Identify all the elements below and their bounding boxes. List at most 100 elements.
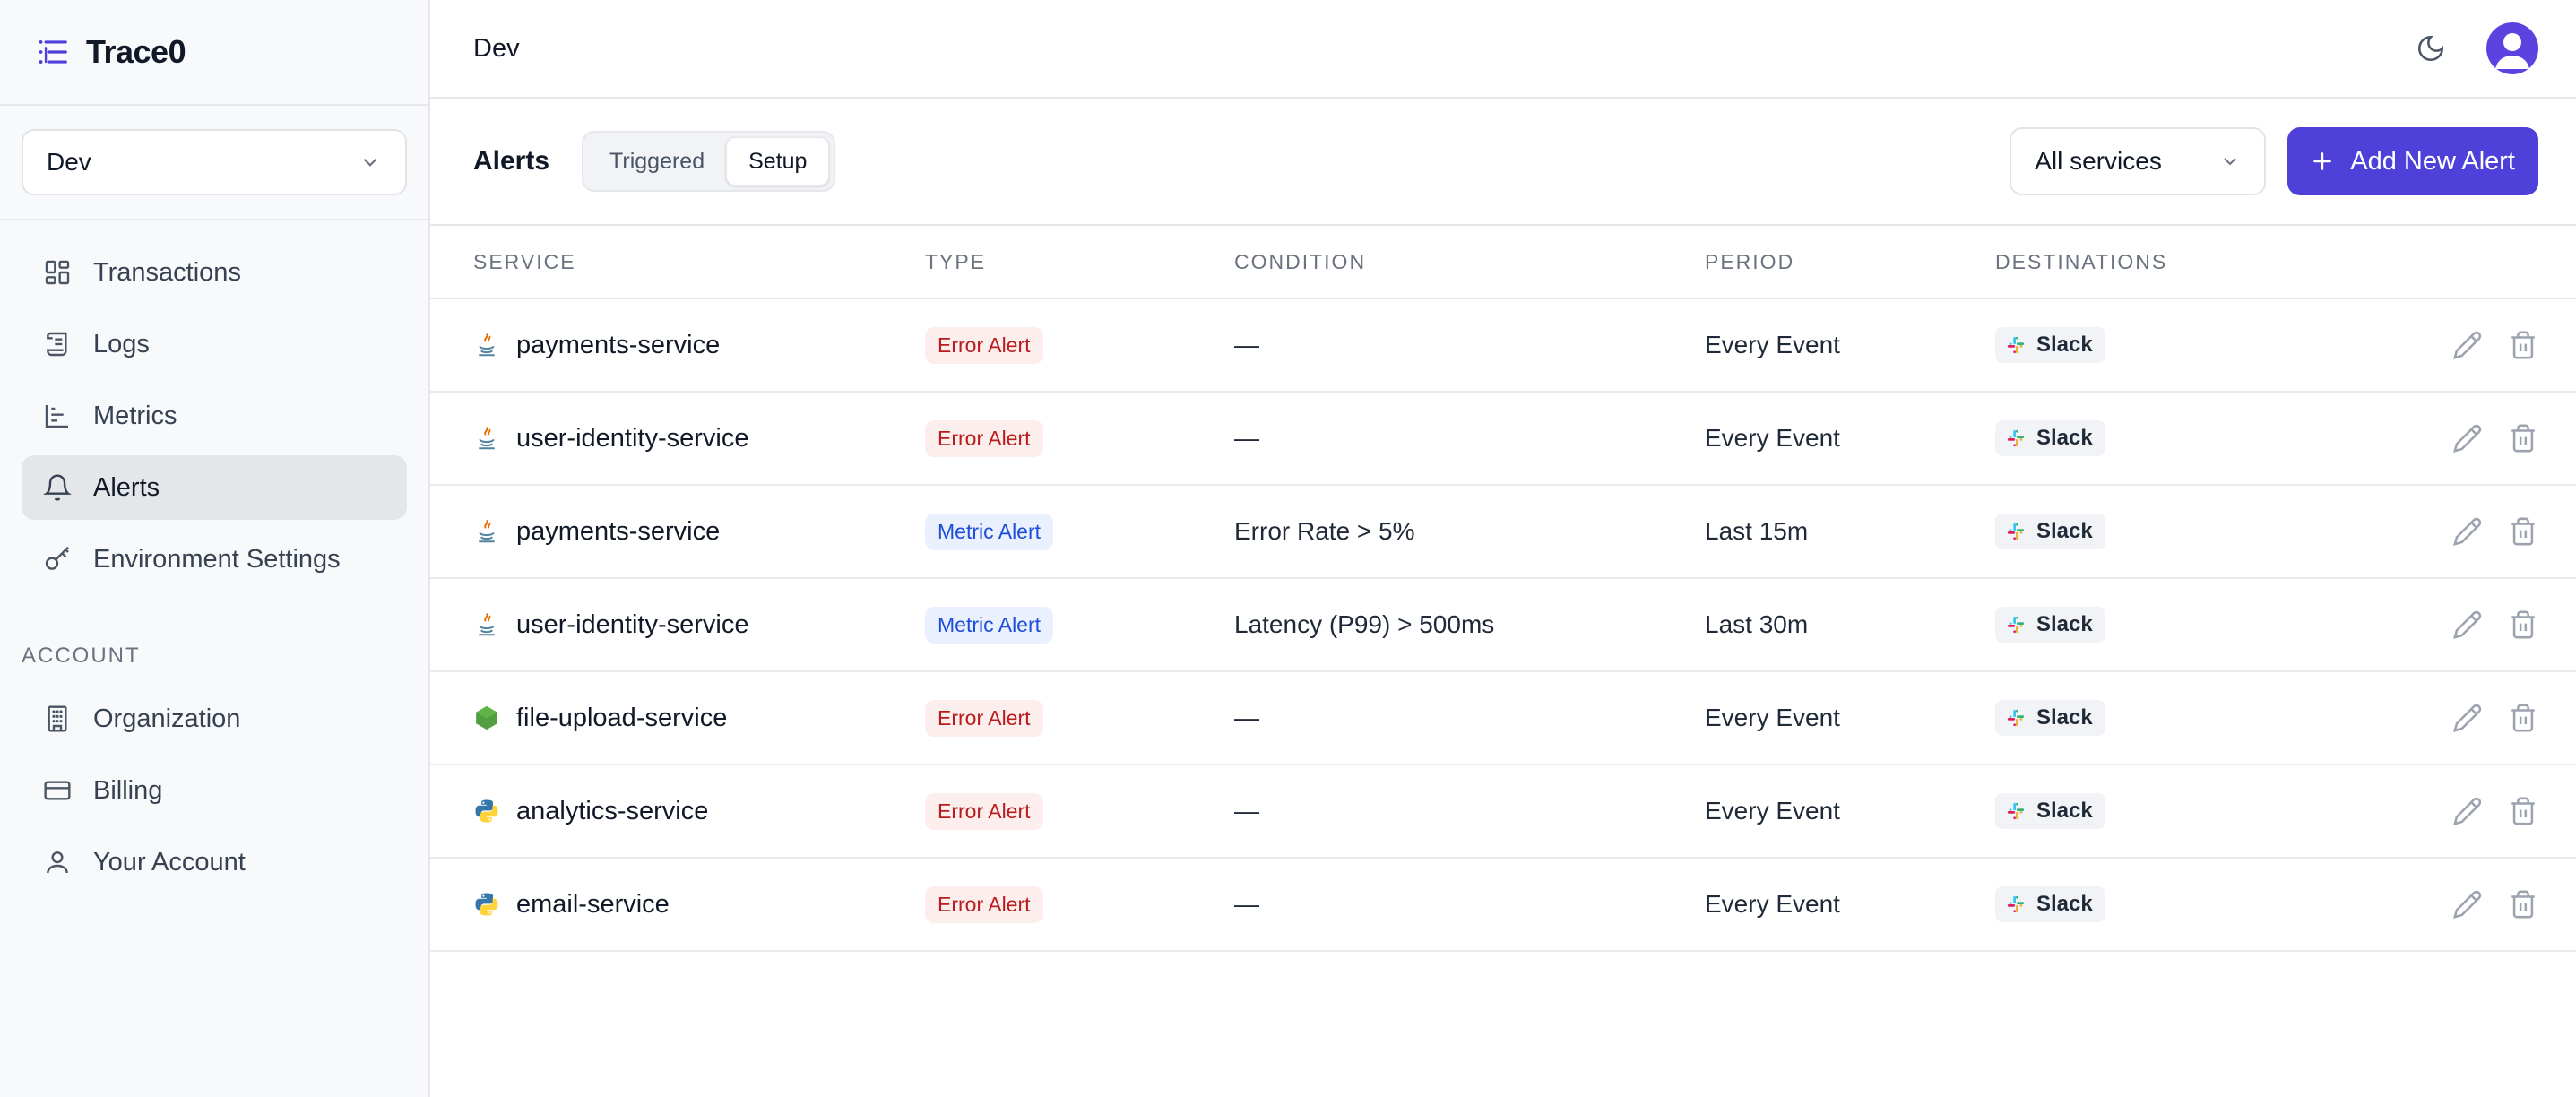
chevron-down-icon [363,158,377,167]
sidebar-item-alerts[interactable]: Alerts [22,455,407,520]
delete-trash-icon[interactable] [2508,796,2538,826]
destination-label: Slack [2036,426,2093,450]
delete-trash-icon[interactable] [2508,423,2538,453]
alert-type-badge: Error Alert [925,419,1043,457]
alert-type-badge: Error Alert [925,326,1043,364]
sidebar-item-environment-settings[interactable]: Environment Settings [22,527,407,592]
service-name: user-identity-service [516,609,749,639]
list-logo-icon [39,40,67,64]
slack-icon [2007,429,2025,447]
moon-icon [2417,35,2444,62]
column-header-service: SERVICE [473,249,576,273]
service-filter-select[interactable]: All services [2010,127,2267,195]
alert-type-badge: Metric Alert [925,606,1054,644]
account-nav: Organization Billing Your Account [0,687,428,894]
table-row[interactable]: user-identity-service Error Alert — Ever… [430,393,2576,486]
delete-trash-icon[interactable] [2508,516,2538,547]
add-new-alert-button[interactable]: Add New Alert [2287,127,2538,195]
tab-triggered[interactable]: Triggered [588,137,726,186]
table-row[interactable]: analytics-service Error Alert — Every Ev… [430,765,2576,859]
tab-setup[interactable]: Setup [726,137,830,186]
service-name: file-upload-service [516,703,728,732]
environment-select[interactable]: Dev [22,129,407,195]
python-icon [475,893,498,916]
alert-type-badge: Error Alert [925,792,1043,830]
scroll-icon [47,332,67,357]
alert-condition: Latency (P99) > 500ms [1234,610,1495,638]
alert-condition: — [1234,704,1259,731]
column-header-type: TYPE [925,249,987,273]
edit-pencil-icon[interactable] [2452,796,2483,826]
delete-trash-icon[interactable] [2508,330,2538,360]
edit-pencil-icon[interactable] [2452,423,2483,453]
sidebar-item-organization[interactable]: Organization [22,687,407,751]
delete-trash-icon[interactable] [2508,889,2538,920]
java-icon [479,612,495,636]
java-icon [479,333,495,357]
table-row[interactable]: payments-service Error Alert — Every Eve… [430,299,2576,393]
sidebar-item-transactions[interactable]: Transactions [22,240,407,305]
sidebar-item-logs[interactable]: Logs [22,312,407,376]
alert-type-badge: Metric Alert [925,513,1054,550]
destination-chip: Slack [1995,327,2105,363]
sidebar-item-label: Alerts [93,472,160,502]
alert-period: Every Event [1705,890,1840,918]
sidebar-item-label: Billing [93,775,163,805]
sidebar-item-label: Organization [93,704,241,733]
slack-icon [2007,895,2025,913]
edit-pencil-icon[interactable] [2452,889,2483,920]
theme-toggle-button[interactable] [2406,23,2456,73]
alerts-tabs: Triggered Setup [582,131,836,192]
column-header-destinations: DESTINATIONS [1995,249,2168,273]
alert-condition: — [1234,331,1259,358]
bar-chart-icon [45,405,68,428]
destination-label: Slack [2036,799,2093,823]
brand-name: Trace0 [86,33,186,70]
destination-label: Slack [2036,519,2093,543]
slack-icon [2007,709,2025,727]
service-name: payments-service [516,516,721,546]
destination-chip: Slack [1995,514,2105,549]
edit-pencil-icon[interactable] [2452,516,2483,547]
table-row[interactable]: payments-service Metric Alert Error Rate… [430,486,2576,579]
sidebar-item-label: Logs [93,329,150,358]
table-row[interactable]: user-identity-service Metric Alert Laten… [430,579,2576,672]
alert-type-badge: Error Alert [925,699,1043,737]
user-avatar-icon [2495,33,2529,69]
avatar[interactable] [2486,22,2538,74]
destination-label: Slack [2036,333,2093,357]
column-header-period: PERIOD [1705,249,1795,273]
table-row[interactable]: file-upload-service Error Alert — Every … [430,672,2576,765]
sidebar-item-your-account[interactable]: Your Account [22,830,407,894]
page-breadcrumb: Dev [473,33,520,63]
alert-period: Every Event [1705,704,1840,731]
delete-trash-icon[interactable] [2508,703,2538,733]
slack-icon [2007,616,2025,634]
edit-pencil-icon[interactable] [2452,703,2483,733]
service-name: email-service [516,889,670,919]
sidebar-item-label: Your Account [93,847,246,877]
python-icon [475,799,498,823]
plus-icon [2313,152,2332,170]
grid-icon [45,260,70,285]
edit-pencil-icon[interactable] [2452,609,2483,640]
delete-trash-icon[interactable] [2508,609,2538,640]
edit-pencil-icon[interactable] [2452,330,2483,360]
table-body: payments-service Error Alert — Every Eve… [430,299,2576,952]
destination-chip: Slack [1995,700,2105,736]
sidebar-item-metrics[interactable]: Metrics [22,384,407,448]
column-header-condition: CONDITION [1234,249,1367,273]
sidebar-item-billing[interactable]: Billing [22,758,407,823]
alert-period: Last 15m [1705,517,1809,545]
destination-label: Slack [2036,705,2093,730]
java-icon [479,519,495,543]
main-content: Dev Alerts Triggered Setup All services … [430,0,2576,1097]
table-row[interactable]: email-service Error Alert — Every Event … [430,859,2576,952]
destination-label: Slack [2036,892,2093,916]
alerts-toolbar: Alerts Triggered Setup All services Add … [430,99,2576,226]
sidebar-item-label: Transactions [93,257,241,287]
java-icon [479,426,495,450]
slack-icon [2007,336,2025,354]
slack-icon [2007,802,2025,820]
building-icon [48,705,67,732]
